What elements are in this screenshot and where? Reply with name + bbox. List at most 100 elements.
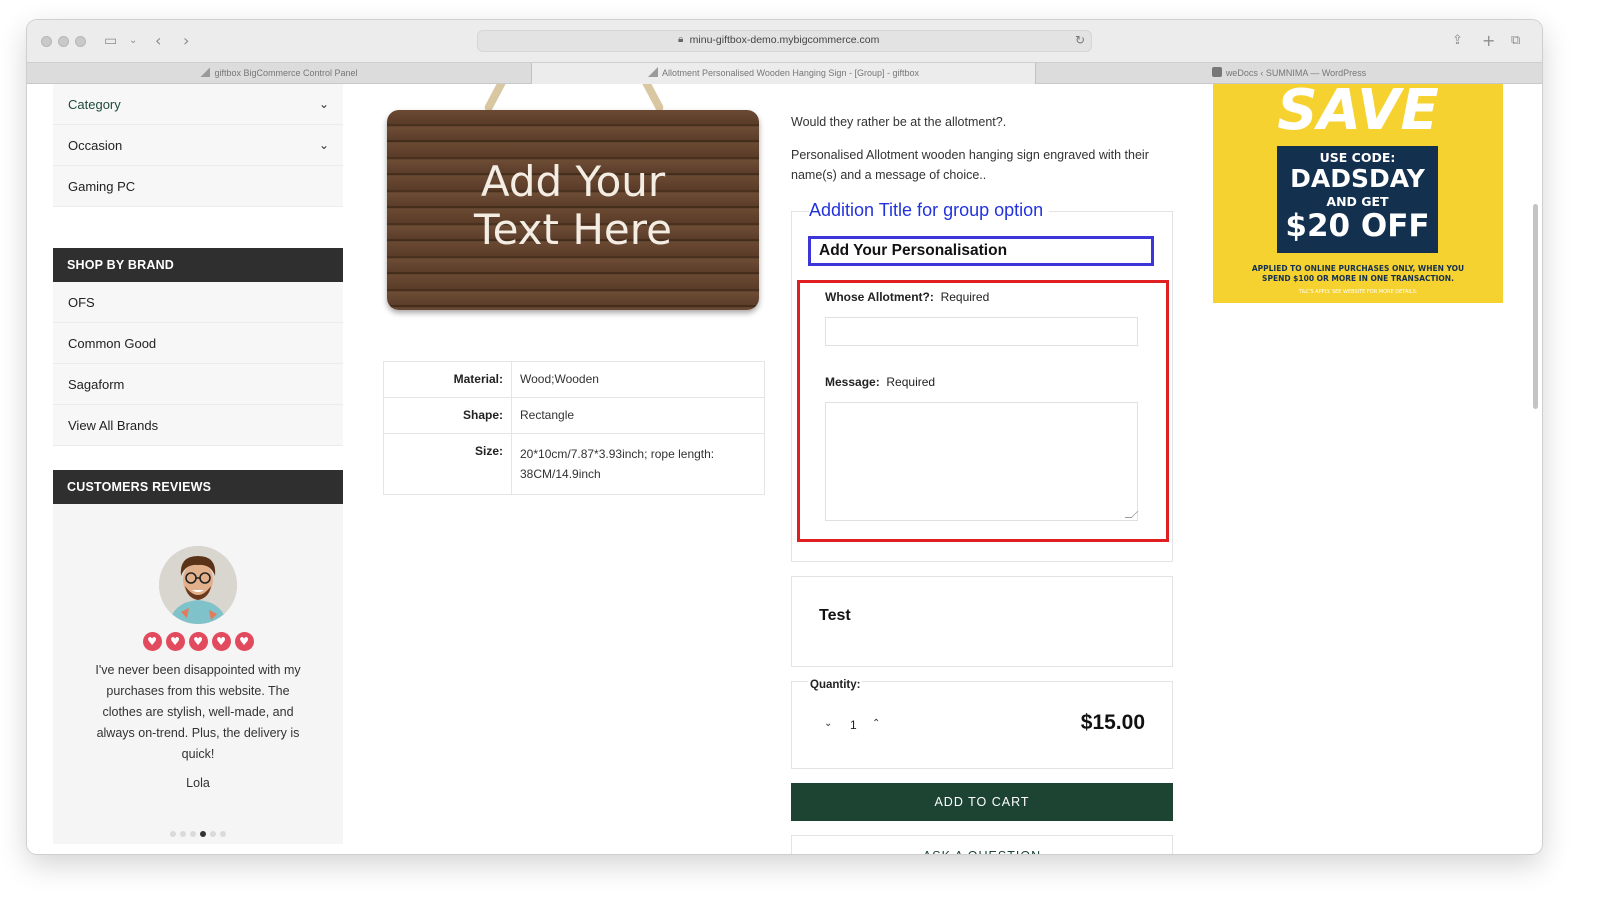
url-text: minu-giftbox-demo.mybigcommerce.com <box>689 34 880 46</box>
promo-code: DADSDAY <box>1290 164 1425 193</box>
page-scrollbar[interactable] <box>1533 204 1538 409</box>
quantity-label: Quantity: <box>808 679 863 691</box>
sidebar-item-ofs[interactable]: OFS <box>53 282 343 323</box>
field-label-text: Message: <box>825 375 880 389</box>
carousel-dot[interactable] <box>180 831 186 837</box>
sidebar-item-view-all-brands[interactable]: View All Brands <box>53 405 343 446</box>
promo-code-label: USE CODE: <box>1319 150 1396 165</box>
resize-grip-icon[interactable] <box>1124 511 1139 518</box>
carousel-dot-active[interactable] <box>200 831 206 837</box>
sidebar-item-common-good[interactable]: Common Good <box>53 323 343 364</box>
required-marker: Required <box>940 290 990 304</box>
tab-control-panel[interactable]: giftbox BigCommerce Control Panel <box>27 63 531 84</box>
product-description-2: Personalised Allotment wooden hanging si… <box>791 148 1149 182</box>
zoom-window-button[interactable] <box>75 36 86 47</box>
field-label-text: Whose Allotment?: <box>825 290 934 304</box>
quantity-box: Quantity: ⌄ 1 ⌃ $15.00 <box>791 679 1173 769</box>
new-tab-icon[interactable]: + <box>1482 31 1495 51</box>
sign-text-line2: Text Here <box>474 205 672 254</box>
sidebar-item-sagaform[interactable]: Sagaform <box>53 364 343 405</box>
product-image[interactable]: Add Your Text Here <box>383 84 765 316</box>
promo-code-box: USE CODE: DADSDAY AND GET $20 OFF <box>1277 146 1438 253</box>
promo-offer: $20 OFF <box>1285 208 1430 244</box>
quantity-decrease-icon[interactable]: ⌄ <box>824 718 832 729</box>
browser-window: ▭ ⌄ ‹ › 🔒︎ minu-giftbox-demo.mybigcommer… <box>27 20 1542 854</box>
chevron-down-icon[interactable]: ⌄ <box>319 84 329 125</box>
bigcommerce-favicon-icon <box>648 67 658 77</box>
rope-left <box>483 84 515 113</box>
product-price: $15.00 <box>1080 711 1145 734</box>
brand-nav: OFS Common Good Sagaform View All Brands <box>53 282 343 446</box>
promo-banner[interactable]: SAVE USE CODE: DADSDAY AND GET $20 OFF A… <box>1213 84 1503 303</box>
spec-key: Material: <box>384 362 512 397</box>
close-window-button[interactable] <box>41 36 52 47</box>
spec-value: 20*10cm/7.87*3.93inch; rope length: 38CM… <box>520 447 715 481</box>
carousel-dot[interactable] <box>210 831 216 837</box>
spec-row: Shape: Rectangle <box>384 398 764 434</box>
message-label: Message: Required <box>825 375 935 389</box>
add-to-cart-button[interactable]: ADD TO CART <box>791 783 1173 821</box>
tab-overview-icon[interactable]: ⧉ <box>1511 31 1520 51</box>
address-bar[interactable]: 🔒︎ minu-giftbox-demo.mybigcommerce.com ↻ <box>477 30 1092 52</box>
sidebar-item-label: Occasion <box>68 138 123 153</box>
tab-label: Allotment Personalised Wooden Hanging Si… <box>662 68 919 78</box>
carousel-dot[interactable] <box>190 831 196 837</box>
carousel-dot[interactable] <box>220 831 226 837</box>
sidebar-item-label: View All Brands <box>68 418 159 433</box>
chevron-down-icon[interactable]: ⌄ <box>319 125 329 166</box>
sidebar-item-label: Gaming PC <box>68 179 136 194</box>
heart-icon <box>142 632 162 651</box>
product-spec-table: Material: Wood;Wooden Shape: Rectangle S… <box>383 361 765 495</box>
test-option-box: Test <box>791 576 1173 667</box>
message-textarea[interactable] <box>825 402 1139 521</box>
tab-bar: giftbox BigCommerce Control Panel Allotm… <box>27 62 1542 84</box>
promo-and-get: AND GET <box>1326 194 1389 209</box>
promo-headline: SAVE <box>1277 84 1439 143</box>
reviewer-avatar <box>159 546 237 624</box>
spec-key: Shape: <box>384 398 512 433</box>
review-carousel: I've never been disappointed with my pur… <box>53 504 343 844</box>
spec-key: Size: <box>384 434 512 494</box>
product-description-1: Would they rather be at the allotment?. <box>791 115 1007 129</box>
page-content: Category ⌄ Occasion ⌄ Gaming PC SHOP BY … <box>27 84 1542 854</box>
sidebar-item-occasion[interactable]: Occasion ⌄ <box>53 125 343 166</box>
sidebar-item-label: Common Good <box>68 336 157 351</box>
carousel-dots <box>53 824 343 842</box>
minimize-window-button[interactable] <box>58 36 69 47</box>
sign-text-line1: Add Your <box>480 157 666 206</box>
share-icon[interactable]: ⇪ <box>1452 31 1463 51</box>
reload-icon[interactable]: ↻ <box>1075 33 1085 47</box>
tab-label: weDocs ‹ SUMNIMA — WordPress <box>1225 68 1367 78</box>
test-heading: Test <box>819 607 851 624</box>
shop-by-brand-heading: SHOP BY BRAND <box>53 248 343 282</box>
whose-allotment-input[interactable] <box>825 317 1138 346</box>
carousel-dot[interactable] <box>170 831 176 837</box>
heart-icon <box>165 632 185 651</box>
chevron-down-icon[interactable]: ⌄ <box>129 31 137 51</box>
quantity-value[interactable]: 1 <box>850 718 857 732</box>
rating-hearts <box>53 632 343 656</box>
title-bar: ▭ ⌄ ‹ › 🔒︎ minu-giftbox-demo.mybigcommer… <box>27 20 1542 62</box>
wooden-sign: Add Your Text Here <box>387 110 759 310</box>
sign-text: Add Your Text Here <box>387 158 759 254</box>
ask-question-button[interactable]: ASK A QUESTION <box>791 835 1173 854</box>
quantity-increase-icon[interactable]: ⌃ <box>872 718 880 729</box>
heart-icon <box>211 632 231 651</box>
spec-value: Wood;Wooden <box>520 372 599 386</box>
group-option-title: Addition Title for group option <box>809 200 1050 221</box>
avatar-portrait-icon <box>159 546 237 624</box>
tab-wedocs[interactable]: weDocs ‹ SUMNIMA — WordPress <box>1036 63 1542 84</box>
heart-icon <box>234 632 254 651</box>
back-icon[interactable]: ‹ <box>155 31 161 51</box>
sidebar-item-gaming-pc[interactable]: Gaming PC <box>53 166 343 207</box>
sidebar-item-category[interactable]: Category ⌄ <box>53 84 343 125</box>
tab-product-page[interactable]: Allotment Personalised Wooden Hanging Si… <box>532 63 1035 84</box>
whose-allotment-label: Whose Allotment?: Required <box>825 290 989 304</box>
rope-right <box>633 84 665 113</box>
required-marker: Required <box>886 375 936 389</box>
forward-icon[interactable]: › <box>183 31 189 51</box>
review-text: I've never been disappointed with my pur… <box>95 663 301 761</box>
customers-reviews-heading: CUSTOMERS REVIEWS <box>53 470 343 504</box>
spec-row: Size: 20*10cm/7.87*3.93inch; rope length… <box>384 434 764 494</box>
sidebar-toggle-icon[interactable]: ▭ <box>104 31 117 51</box>
